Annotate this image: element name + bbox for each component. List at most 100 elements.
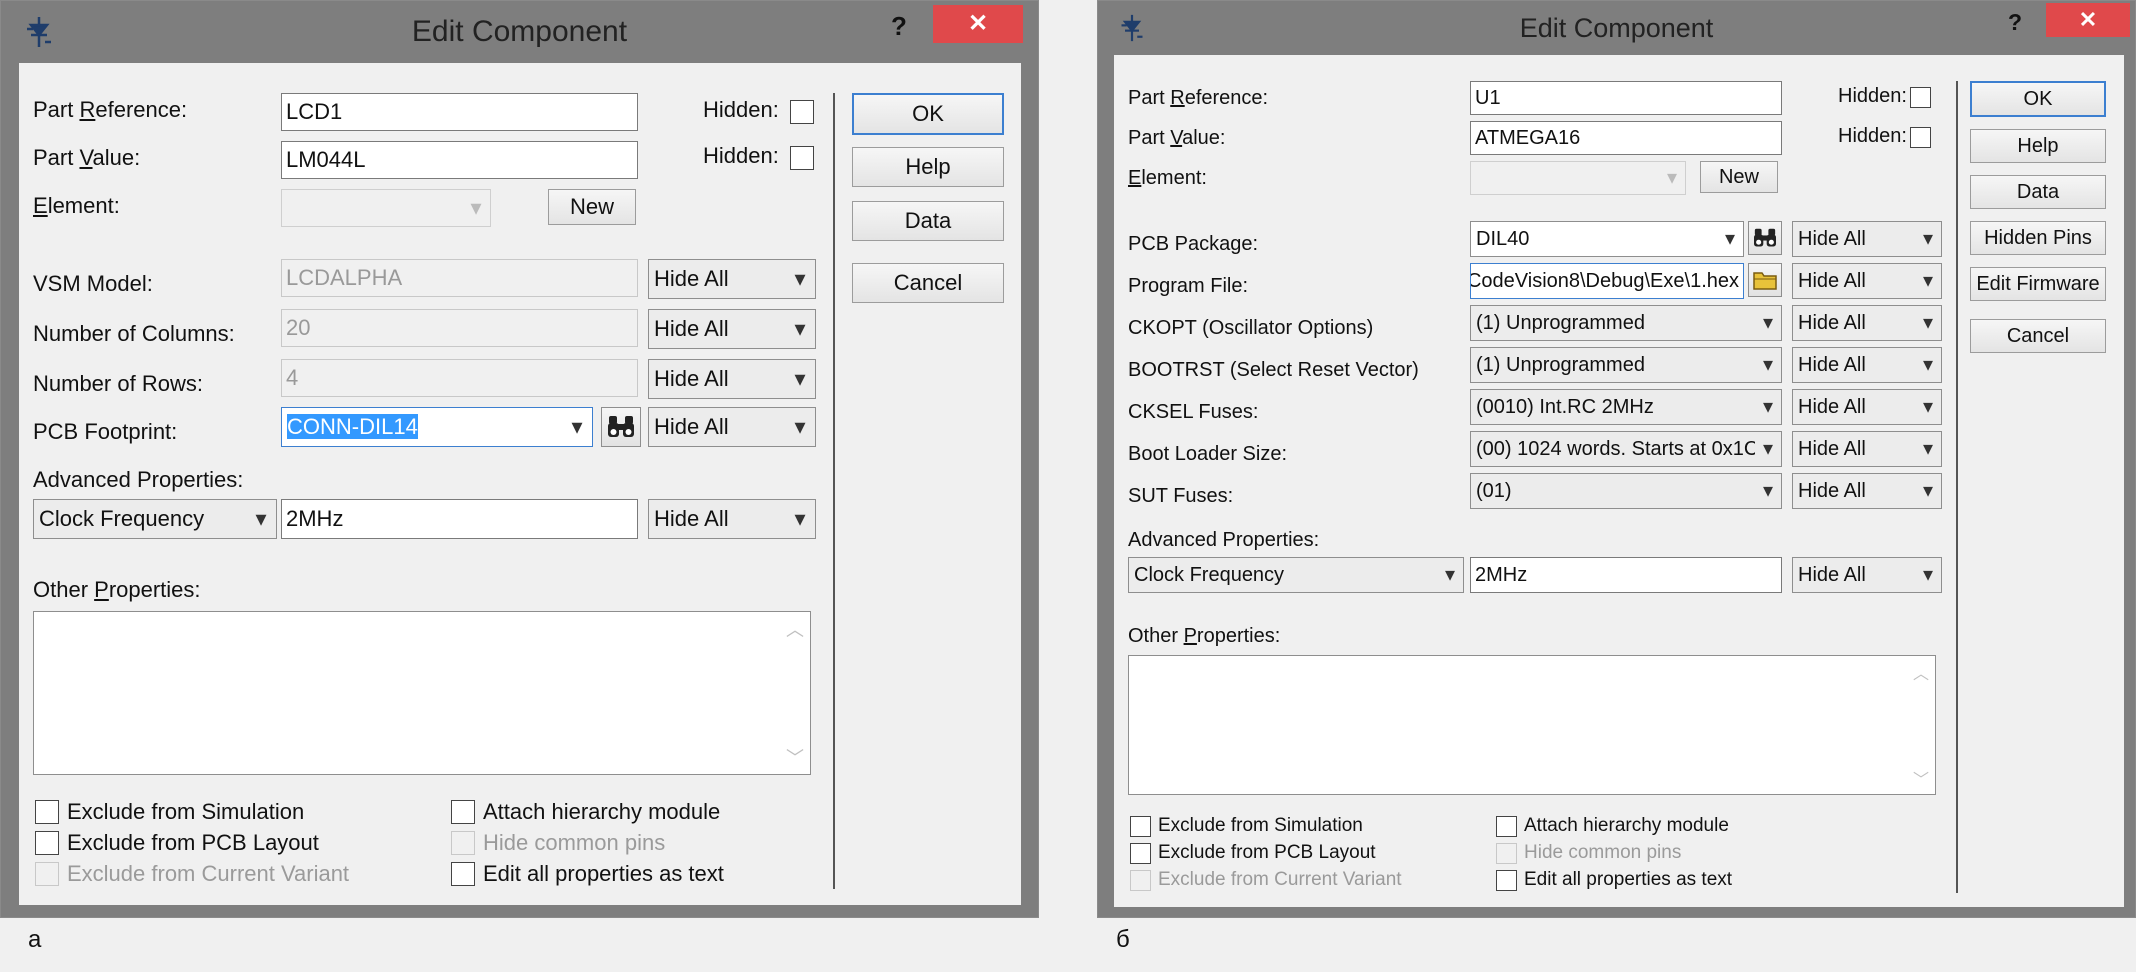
scroll-down-icon[interactable]: ﹀ [1907,766,1935,790]
exclude-variant-checkbox[interactable] [1130,870,1151,891]
exclude-pcb-checkbox[interactable] [1130,843,1151,864]
help-question-button[interactable]: ? [891,11,907,42]
part-value-input[interactable]: LM044L [281,141,638,179]
element-select[interactable]: ▾ [1470,161,1686,195]
cksel-visibility-select[interactable]: Hide All ▾ [1792,389,1942,425]
properties-panel: Part Reference: U1 Hidden: Part Value: A… [1114,55,1942,907]
edit-as-text-checkbox[interactable] [451,862,475,886]
exclude-simulation-checkbox[interactable] [1130,816,1151,837]
help-button[interactable]: Help [1970,129,2106,163]
vertical-scrollbar[interactable]: ︿ ﹀ [1907,656,1935,794]
scroll-down-icon[interactable]: ﹀ [780,744,810,770]
num-columns-visibility-select[interactable]: Hide All ▾ [648,309,816,349]
sut-fuses-visibility-select[interactable]: Hide All ▾ [1792,473,1942,509]
advanced-property-value-input[interactable]: 2MHz [1470,557,1782,593]
close-button[interactable]: ✕ [933,5,1023,43]
num-rows-visibility-select[interactable]: Hide All ▾ [648,359,816,399]
program-file-visibility-select[interactable]: Hide All ▾ [1792,263,1942,299]
vsm-model-visibility-select[interactable]: Hide All ▾ [648,259,816,299]
browse-folder-button[interactable] [1748,263,1782,297]
part-reference-input[interactable]: U1 [1470,81,1782,115]
chevron-down-icon: ▾ [794,506,806,531]
num-columns-label: Number of Columns: [33,321,235,346]
other-properties-textarea[interactable]: ︿ ﹀ [33,611,811,775]
pcb-footprint-visibility-select[interactable]: Hide All ▾ [648,407,816,447]
advanced-property-value-input[interactable]: 2MHz [281,499,638,539]
help-button[interactable]: Help [852,147,1004,187]
binoculars-icon [608,416,634,437]
chevron-down-icon: ▾ [794,266,806,291]
attach-hierarchy-checkbox[interactable] [451,800,475,824]
hidden-reference-checkbox[interactable] [1910,87,1931,108]
pcb-package-select[interactable]: DIL40 ▾ [1470,221,1744,257]
advanced-visibility-select[interactable]: Hide All ▾ [648,499,816,539]
edit-firmware-button[interactable]: Edit Firmware [1970,267,2106,301]
boot-loader-select[interactable]: (00) 1024 words. Starts at 0x1C00 ▾ [1470,431,1782,467]
new-element-button[interactable]: New [548,189,636,225]
cksel-select[interactable]: (0010) Int.RC 2MHz ▾ [1470,389,1782,425]
ckopt-visibility-select[interactable]: Hide All ▾ [1792,305,1942,341]
other-properties-textarea[interactable]: ︿ ﹀ [1128,655,1936,795]
browse-binoculars-button[interactable] [1748,221,1782,255]
folder-icon [1753,272,1777,290]
exclude-variant-checkbox[interactable] [35,862,59,886]
title-bar[interactable]: Edit Component ? ✕ [1098,1,2135,53]
part-reference-input[interactable]: LCD1 [281,93,638,131]
scroll-up-icon[interactable]: ︿ [780,616,810,642]
edit-as-text-checkbox[interactable] [1496,870,1517,891]
cancel-button[interactable]: Cancel [1970,319,2106,353]
vertical-scrollbar[interactable]: ︿ ﹀ [780,612,810,774]
help-question-button[interactable]: ? [2008,9,2022,36]
exclude-pcb-label: Exclude from PCB Layout [1158,842,1376,863]
attach-hierarchy-checkbox[interactable] [1496,816,1517,837]
chevron-down-icon: ▾ [1922,480,1934,502]
scroll-up-icon[interactable]: ︿ [1907,660,1935,684]
part-reference-label: Part Reference: [1128,87,1269,109]
boot-loader-label: Boot Loader Size: [1128,443,1287,465]
chevron-down-icon: ▾ [1922,396,1934,418]
hide-common-pins-checkbox[interactable] [1496,843,1517,864]
advanced-property-select[interactable]: Clock Frequency ▾ [33,499,277,539]
hidden-reference-checkbox[interactable] [790,100,814,124]
part-value-input[interactable]: ATMEGA16 [1470,121,1782,155]
data-button[interactable]: Data [1970,175,2106,209]
title-bar[interactable]: Edit Component ? ✕ [1,1,1038,61]
pcb-footprint-label: PCB Footprint: [33,419,178,444]
bootrst-visibility-select[interactable]: Hide All ▾ [1792,347,1942,383]
num-rows-input[interactable]: 4 [281,359,638,397]
hide-common-pins-checkbox[interactable] [451,831,475,855]
ckopt-select[interactable]: (1) Unprogrammed ▾ [1470,305,1782,341]
pcb-footprint-select[interactable]: CONN-DIL14 ▾ [281,407,593,447]
num-columns-input[interactable]: 20 [281,309,638,347]
hidden-pins-button[interactable]: Hidden Pins [1970,221,2106,255]
program-file-input[interactable]: CodeVision8\Debug\Exe\1.hex [1470,263,1744,299]
attach-hierarchy-label: Attach hierarchy module [483,799,721,824]
cancel-button[interactable]: Cancel [852,263,1004,303]
hidden-value-checkbox[interactable] [790,146,814,170]
browse-binoculars-button[interactable] [601,407,641,447]
advanced-visibility-select[interactable]: Hide All ▾ [1792,557,1942,593]
advanced-property-select[interactable]: Clock Frequency ▾ [1128,557,1464,593]
hidden-value-checkbox[interactable] [1910,127,1931,148]
chevron-down-icon: ▾ [1922,270,1934,292]
element-select[interactable]: ▾ [281,189,491,227]
chevron-down-icon: ▾ [1724,228,1736,250]
pcb-package-visibility-select[interactable]: Hide All ▾ [1792,221,1942,257]
data-button[interactable]: Data [852,201,1004,241]
ok-button[interactable]: OK [852,93,1004,135]
chevron-down-icon: ▾ [1762,480,1774,502]
exclude-pcb-checkbox[interactable] [35,831,59,855]
vsm-model-input[interactable]: LCDALPHA [281,259,638,297]
exclude-variant-label: Exclude from Current Variant [67,861,350,886]
close-icon: ✕ [967,10,989,37]
pcb-package-label: PCB Package: [1128,233,1259,255]
program-file-label: Program File: [1128,275,1249,297]
bootrst-select[interactable]: (1) Unprogrammed ▾ [1470,347,1782,383]
boot-loader-visibility-select[interactable]: Hide All ▾ [1792,431,1942,467]
chevron-down-icon: ▾ [794,366,806,391]
close-button[interactable]: ✕ [2046,3,2130,37]
exclude-simulation-checkbox[interactable] [35,800,59,824]
ok-button[interactable]: OK [1970,81,2106,117]
sut-fuses-select[interactable]: (01) ▾ [1470,473,1782,509]
new-element-button[interactable]: New [1700,161,1778,193]
